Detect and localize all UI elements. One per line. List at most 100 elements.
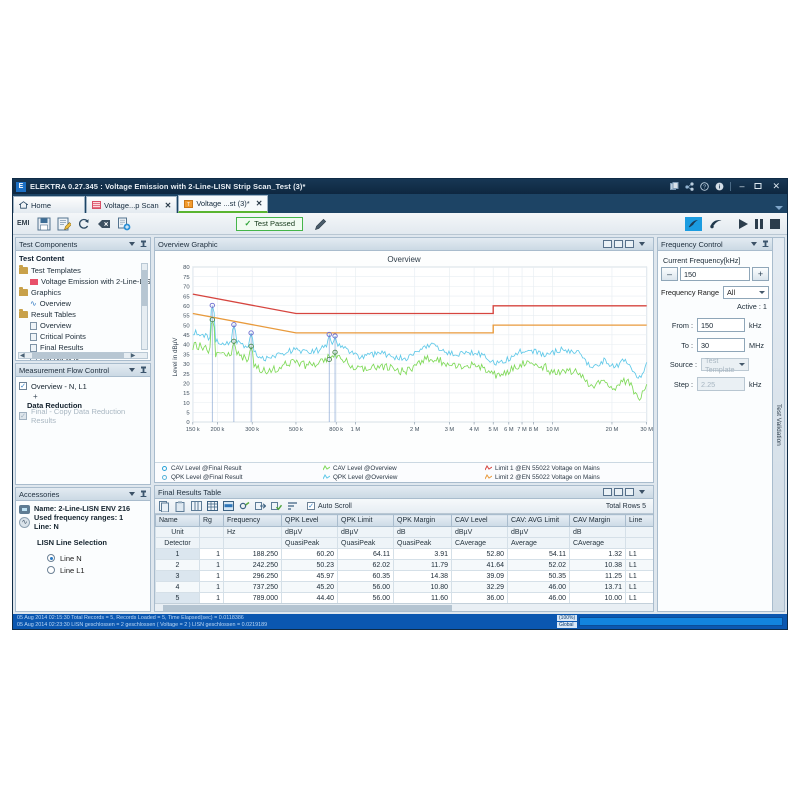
test-components-tree[interactable]: Test Content Test Templates Voltage Emis… [16, 251, 150, 360]
th-line[interactable]: Line [625, 514, 653, 527]
legend-item-limit1[interactable]: Limit 1 @EN 55022 Voltage on Mains [485, 464, 647, 473]
tree-item-test-templates[interactable]: Test Templates [19, 265, 147, 276]
sort-icon[interactable] [286, 500, 299, 512]
chevron-down-icon[interactable] [639, 490, 645, 494]
save-icon[interactable] [36, 216, 52, 232]
pause-icon[interactable] [755, 218, 763, 229]
list-view-icon[interactable] [603, 240, 612, 248]
frequency-range-select[interactable]: All [723, 286, 769, 299]
flow-item-overview[interactable]: Overview - N, L1 [19, 380, 147, 392]
radio-icon[interactable] [47, 566, 55, 574]
radio-line-l1[interactable]: Line L1 [37, 564, 147, 576]
test-validation-side-tab[interactable]: Test Validation [773, 237, 785, 612]
flow-item-plus[interactable]: + [19, 392, 147, 401]
table-row[interactable]: 3 1 296.250 45.97 60.35 14.38 39.09 50.3… [155, 570, 653, 582]
row-icon[interactable] [222, 500, 235, 512]
tree-horizontal-scrollbar[interactable]: ◀ ▶ [18, 352, 148, 359]
unit-frequency[interactable]: Hz [223, 526, 282, 538]
pointer-icon[interactable] [707, 217, 724, 231]
scroll-right-icon[interactable]: ▶ [130, 352, 137, 359]
legend-item-cav-overview[interactable]: CAV Level @Overview [323, 464, 485, 473]
tree-item-voltage-emission-template[interactable]: Voltage Emission with 2-Line-LISN St [19, 276, 150, 287]
tab-close-icon[interactable]: ✕ [165, 201, 172, 210]
tree-item-critical-points[interactable]: Critical Points [19, 331, 147, 342]
delete-icon[interactable] [96, 216, 112, 232]
increment-button[interactable]: + [752, 267, 769, 281]
export-right-icon[interactable] [254, 500, 267, 512]
scrollbar-thumb[interactable] [31, 353, 124, 358]
from-input[interactable]: 150 [697, 318, 745, 332]
export-check-icon[interactable] [270, 500, 283, 512]
results-grid[interactable]: Name Rg Frequency QPK Level QPK Limit QP… [155, 514, 653, 611]
cursor-highlight-icon[interactable] [685, 216, 702, 231]
pencil-icon[interactable] [313, 216, 329, 232]
pin-icon[interactable] [140, 490, 147, 499]
overview-chart[interactable]: Overview Level in dBµV Frequency in Hz 0… [155, 251, 653, 482]
tab-voltage-test-3[interactable]: T Voltage ...st (3)* ✕ [178, 195, 269, 213]
share-icon[interactable] [685, 182, 695, 191]
table-row[interactable]: 1 1 188.250 60.20 64.11 3.91 52.80 54.11… [155, 548, 653, 560]
checkbox-icon[interactable] [19, 382, 27, 390]
save-view-icon[interactable] [625, 240, 634, 248]
column-view-icon[interactable] [614, 488, 623, 496]
table-row[interactable]: 2 1 242.250 50.23 62.02 11.79 41.64 52.0… [155, 559, 653, 571]
chevron-down-icon[interactable] [751, 242, 757, 246]
tree-item-overview[interactable]: Overview [19, 320, 147, 331]
table-row[interactable]: 5 1 789.000 44.40 56.00 11.60 36.00 46.0… [155, 592, 653, 604]
th-qpk-limit[interactable]: QPK Limit [337, 514, 394, 527]
add-report-icon[interactable] [116, 216, 132, 232]
settings-icon[interactable] [238, 500, 251, 512]
minimize-button[interactable]: – [737, 182, 746, 191]
tab-voltage-strip-scan[interactable]: Voltage...p Scan ✕ [86, 196, 178, 213]
radio-icon[interactable] [47, 554, 55, 562]
th-cav-margin[interactable]: CAV Margin [569, 514, 626, 527]
th-qpk-level[interactable]: QPK Level [281, 514, 338, 527]
unit-qpk-limit[interactable]: dBµV [337, 526, 394, 538]
column-view-icon[interactable] [614, 240, 623, 248]
window-copy-icon[interactable] [670, 182, 679, 191]
pin-icon[interactable] [140, 366, 147, 375]
columns-icon[interactable] [190, 500, 203, 512]
th-frequency[interactable]: Frequency [223, 514, 282, 527]
pin-icon[interactable] [762, 240, 769, 249]
tab-home[interactable]: Home [13, 196, 85, 213]
tab-overflow-chevron-icon[interactable] [775, 206, 783, 210]
stop-icon[interactable] [770, 218, 780, 229]
paste-icon[interactable] [174, 500, 187, 512]
th-cav-avg-limit[interactable]: CAV: AVG Limit [507, 514, 570, 527]
unit-qpk-margin[interactable]: dB [393, 526, 452, 538]
radio-line-n[interactable]: Line N [37, 552, 147, 564]
tree-item-graphics[interactable]: Graphics [19, 287, 147, 298]
chevron-down-icon[interactable] [129, 492, 135, 496]
decrement-button[interactable]: – [661, 267, 678, 281]
unit-qpk-level[interactable]: dBµV [281, 526, 338, 538]
th-cav-level[interactable]: CAV Level [451, 514, 508, 527]
save-view-icon[interactable] [625, 488, 634, 496]
scroll-left-icon[interactable]: ◀ [19, 352, 26, 359]
chevron-down-icon[interactable] [639, 242, 645, 246]
legend-item-qpk-overview[interactable]: QPK Level @Overview [323, 473, 485, 482]
unit-cav-level[interactable]: dBµV [451, 526, 508, 538]
table-row[interactable]: 4 1 737.250 45.20 56.00 10.80 32.29 46.0… [155, 581, 653, 593]
help-icon[interactable]: ? [700, 182, 710, 191]
th-qpk-margin[interactable]: QPK Margin [393, 514, 452, 527]
play-icon[interactable] [739, 218, 748, 229]
grid-icon[interactable] [206, 500, 219, 512]
chart-container[interactable]: Overview Level in dBµV Frequency in Hz 0… [155, 251, 653, 482]
tree-item-result-tables[interactable]: Result Tables [19, 309, 147, 320]
info-icon[interactable]: i [715, 182, 724, 191]
refresh-icon[interactable] [76, 216, 92, 232]
tree-item-graphics-overview[interactable]: ∿ Overview [19, 298, 147, 309]
save-as-icon[interactable] [56, 216, 72, 232]
th-rg[interactable]: Rg [199, 514, 224, 527]
scrollbar-thumb[interactable] [163, 604, 452, 611]
tab-close-icon[interactable]: ✕ [256, 199, 263, 208]
close-button[interactable]: ✕ [770, 182, 782, 191]
pin-icon[interactable] [140, 240, 147, 249]
current-frequency-input[interactable]: 150 [680, 267, 750, 281]
copy-icon[interactable] [158, 500, 171, 512]
legend-item-qpk-final[interactable]: QPK Level @Final Result [161, 473, 323, 482]
list-view-icon[interactable] [603, 488, 612, 496]
unit-cav-margin[interactable]: dB [569, 526, 626, 538]
th-name[interactable]: Name [155, 514, 200, 527]
